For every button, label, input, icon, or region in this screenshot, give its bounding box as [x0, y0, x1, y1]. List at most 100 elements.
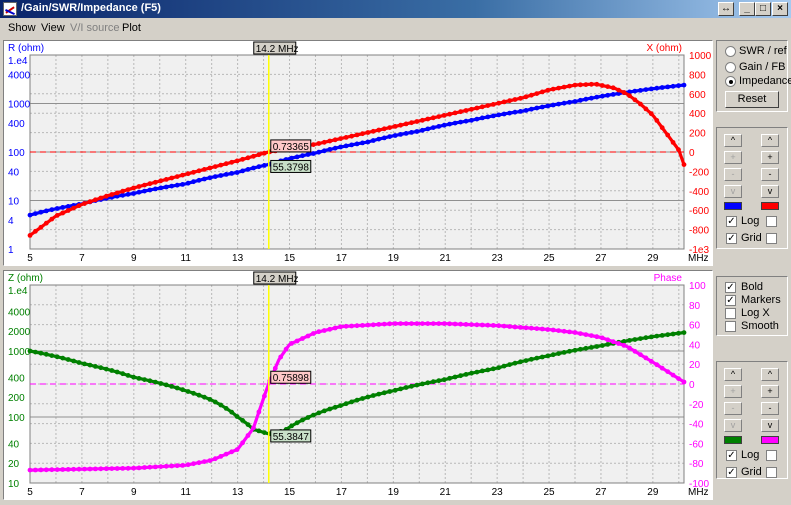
bottom-scale-button-left-1[interactable]: + [724, 385, 742, 398]
bottom-left-color-swatch[interactable] [724, 436, 742, 444]
series-marker [202, 176, 207, 182]
series-marker [567, 329, 572, 335]
radio-swr-button[interactable] [725, 46, 736, 57]
rx-chart[interactable]: 14.2 MHz 0.73365 55.3798 R (ohm) X (ohm) 1.e4… [4, 41, 712, 265]
radio-gain-button[interactable] [725, 62, 736, 73]
series-marker [294, 420, 300, 426]
bottom-scale-button-right-3[interactable]: v [761, 419, 779, 432]
series-marker [627, 345, 632, 351]
bottom-scale-button-left-2[interactable]: - [724, 402, 742, 415]
close-button[interactable]: × [772, 2, 788, 16]
series-marker [207, 397, 213, 402]
menu-plot[interactable]: Plot [122, 22, 141, 34]
series-marker [142, 188, 147, 194]
series-marker [599, 83, 605, 88]
x-tick-label: 11 [181, 253, 192, 264]
series-marker [343, 135, 349, 140]
markers-checkbox[interactable]: ✓ [725, 295, 736, 306]
series-marker [169, 183, 175, 189]
z-phase-chart[interactable]: 14.2 MHz 0.75898 55.3847 Z (ohm) Phase 1.e4 40… [4, 271, 712, 499]
bottom-scale-button-left-0[interactable]: ^ [724, 368, 742, 381]
bottom-scale-button-right-0[interactable]: ^ [761, 368, 779, 381]
top-scale-button-left-2[interactable]: - [724, 168, 742, 181]
top-scale-button-right-3[interactable]: v [761, 185, 779, 198]
top-grid-right-checkbox[interactable] [766, 233, 777, 244]
top-plot-panel[interactable]: 14.2 MHz 0.73365 55.3798 R (ohm) X (ohm) 1.e4… [3, 40, 713, 266]
series-marker [109, 368, 115, 373]
app-icon[interactable] [3, 2, 17, 16]
series-marker [430, 125, 436, 130]
series-marker [561, 100, 567, 106]
bottom-plot-panel[interactable]: 14.2 MHz 0.75898 55.3847 Z (ohm) Phase 1.e4 40… [3, 270, 713, 500]
reset-button[interactable]: Reset [725, 91, 779, 108]
smooth-checkbox[interactable] [725, 321, 736, 332]
left-tick-label: 100 [8, 148, 25, 159]
top-scale-button-right-1[interactable]: + [761, 151, 779, 164]
series-marker [425, 321, 431, 326]
top-scale-button-right-0[interactable]: ^ [761, 134, 779, 147]
series-marker [262, 163, 267, 168]
series-marker [240, 418, 246, 423]
series-marker [452, 110, 458, 116]
title-bar[interactable]: /Gain/SWR/Impedance (F5) ↔ _ □ × [0, 0, 791, 18]
top-scale-button-left-0[interactable]: ^ [724, 134, 742, 147]
series-marker [441, 122, 447, 128]
series-marker [556, 101, 561, 107]
logx-checkbox[interactable] [725, 308, 736, 319]
x-tick-label: 17 [336, 253, 348, 264]
bottom-grid-left-checkbox[interactable]: ✓ [726, 467, 737, 478]
series-marker [256, 428, 262, 434]
top-left-color-swatch[interactable] [724, 202, 742, 210]
series-marker [501, 363, 507, 369]
maximize-button[interactable]: □ [755, 2, 771, 16]
series-marker [659, 125, 665, 131]
top-grid-left-checkbox[interactable]: ✓ [726, 233, 737, 244]
bottom-right-color-swatch[interactable] [761, 436, 779, 444]
bold-checkbox[interactable]: ✓ [725, 282, 736, 293]
series-marker [474, 116, 480, 122]
bottom-grid-right-checkbox[interactable] [766, 467, 777, 478]
series-marker [583, 82, 589, 87]
series-marker [452, 120, 458, 126]
x-tick-label: 9 [131, 253, 137, 264]
menu-view[interactable]: View [41, 22, 65, 34]
top-right-color-swatch[interactable] [761, 202, 779, 210]
resize-icon[interactable]: ↔ [718, 2, 734, 16]
series-marker [610, 92, 616, 97]
series-marker [392, 387, 398, 393]
menu-vi-source[interactable]: V/I source [70, 22, 120, 34]
series-marker [370, 138, 376, 143]
bottom-log-right-checkbox[interactable] [766, 450, 777, 461]
bottom-log-left-checkbox[interactable]: ✓ [726, 450, 737, 461]
minimize-button[interactable]: _ [739, 2, 755, 16]
series-marker [38, 209, 44, 215]
series-marker [458, 119, 463, 125]
series-marker [82, 361, 87, 367]
series-marker [638, 88, 643, 93]
radio-impedance-button[interactable] [725, 76, 736, 87]
top-log-left-checkbox[interactable]: ✓ [726, 216, 737, 227]
left-tick-label: 10 [8, 197, 20, 208]
menu-show[interactable]: Show [8, 22, 36, 34]
series-marker [654, 118, 660, 123]
series-marker [594, 334, 600, 340]
series-marker [174, 463, 180, 469]
series-marker [212, 456, 218, 462]
top-log-right-checkbox[interactable] [766, 216, 777, 227]
series-marker [529, 106, 534, 112]
series-marker [550, 86, 556, 92]
right-tick-label: -20 [689, 400, 704, 411]
series-marker [665, 332, 671, 338]
series-marker [103, 466, 109, 472]
right-tick-label: 200 [689, 129, 706, 140]
top-scale-button-left-3[interactable]: v [724, 185, 742, 198]
series-marker [648, 334, 654, 340]
bottom-scale-button-right-1[interactable]: + [761, 385, 779, 398]
series-marker [387, 389, 393, 394]
bottom-scale-button-left-3[interactable]: v [724, 419, 742, 432]
top-scale-button-right-2[interactable]: - [761, 168, 779, 181]
bottom-scale-group: ^ ^ + + - - v v ✓ Log ✓ Grid [716, 361, 788, 479]
series-marker [142, 182, 147, 188]
top-scale-button-left-1[interactable]: + [724, 151, 742, 164]
bottom-scale-button-right-2[interactable]: - [761, 402, 779, 415]
